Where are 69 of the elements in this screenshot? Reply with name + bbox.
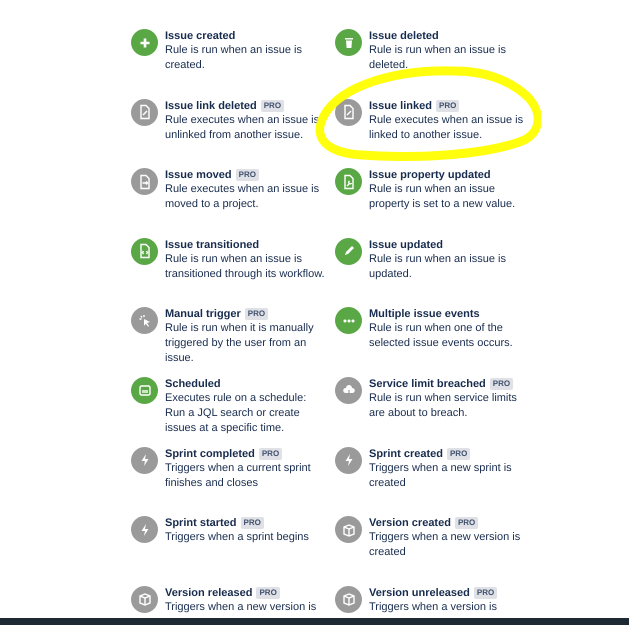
dots-icon: [342, 318, 354, 323]
trigger-badge[interactable]: [335, 307, 362, 334]
pro-tag: PRO: [244, 308, 268, 320]
trigger-title: Issue created: [165, 30, 236, 42]
box-icon: [136, 591, 152, 608]
trigger-badge[interactable]: [335, 98, 362, 126]
pro-tag: PRO: [236, 169, 259, 182]
trigger-description: Triggers when a current sprint finishes and closes: [165, 460, 312, 491]
trigger-title: Version released: [165, 586, 252, 599]
trigger-title: Issue updated: [369, 238, 443, 251]
cursor-icon: [136, 312, 152, 329]
trigger-description: Rule is run when service limits are about to breach.: [369, 390, 518, 421]
pro-tag: PRO: [474, 586, 498, 599]
trigger-description: Triggers when a new sprint is created: [369, 460, 513, 491]
trigger-description: Rule is run when one of the selected issue events occurs.: [369, 321, 514, 352]
box-icon: [340, 591, 356, 608]
pro-tag: PRO: [260, 100, 284, 112]
pro-tag: PRO: [256, 586, 280, 599]
pro-tag: PRO: [240, 517, 264, 530]
trigger-badge[interactable]: [131, 98, 158, 126]
trigger-title: Issue property updated: [369, 169, 491, 182]
trigger-badge[interactable]: [335, 238, 362, 265]
trigger-badge[interactable]: [335, 376, 362, 404]
trigger-badge[interactable]: [131, 168, 158, 196]
trigger-badge[interactable]: [335, 29, 362, 56]
trigger-badge[interactable]: [131, 29, 158, 56]
trigger-description: Triggers when a sprint begins: [165, 530, 310, 546]
trigger-description: Triggers when a new version is: [165, 600, 318, 615]
trigger-badge[interactable]: [131, 376, 158, 404]
pro-tag: PRO: [436, 100, 460, 112]
trigger-title: Issue transitioned: [165, 238, 260, 251]
pro-tag: PRO: [490, 378, 514, 390]
trigger-title: Sprint started: [165, 517, 237, 530]
box-icon: [340, 522, 356, 538]
trigger-description: Rule is run when an issue is created.: [165, 43, 303, 73]
trigger-title: Version unreleased: [369, 586, 470, 599]
trigger-title: Sprint completed: [165, 448, 255, 460]
trigger-badge[interactable]: [335, 516, 362, 544]
trigger-description: Rule is run when it is manually triggered by the user from an issue.: [165, 321, 315, 366]
trigger-badge[interactable]: [131, 516, 158, 544]
trigger-description: Rule executes when an issue is moved to a project.: [165, 182, 320, 212]
trigger-description: Rule executes when an issue is linked to another issue.: [369, 112, 524, 143]
trigger-description: Executes rule on a schedule: Run a JQL search or create issues at a specific time.: [165, 390, 308, 436]
trigger-description: Rule is run when an issue property is set to a new value.: [369, 182, 516, 212]
trigger-title: Service limit breached: [369, 378, 486, 390]
trigger-badge[interactable]: [131, 238, 158, 265]
trigger-badge[interactable]: [335, 168, 362, 196]
trigger-title: Issue linked: [369, 100, 432, 112]
trigger-badge[interactable]: [131, 446, 158, 474]
trigger-description: Triggers when a version is: [369, 600, 498, 615]
trigger-title: Manual trigger: [165, 308, 241, 320]
trigger-description: Triggers when a new version is created: [369, 530, 522, 560]
trigger-badge[interactable]: [335, 446, 362, 474]
trigger-title: Scheduled: [165, 378, 221, 390]
trigger-badge[interactable]: [131, 307, 158, 334]
trigger-description: Rule is run when an issue is deleted.: [369, 43, 507, 73]
trigger-title: Issue moved: [165, 169, 232, 182]
trigger-badge[interactable]: [131, 586, 158, 613]
trigger-description: Rule is run when an issue is updated.: [369, 252, 507, 282]
trigger-title: Multiple issue events: [369, 308, 480, 320]
trigger-description: Rule is run when an issue is transitioned through its workflow.: [165, 252, 326, 282]
trigger-badge[interactable]: [335, 586, 362, 613]
pro-tag: PRO: [454, 517, 478, 530]
trigger-title: Sprint created: [369, 448, 443, 460]
pro-tag: PRO: [258, 448, 282, 460]
trigger-title: Version created: [369, 517, 451, 530]
pro-tag: PRO: [446, 448, 470, 460]
trigger-title: Issue deleted: [369, 30, 439, 42]
trigger-title: Issue link deleted: [165, 100, 257, 112]
